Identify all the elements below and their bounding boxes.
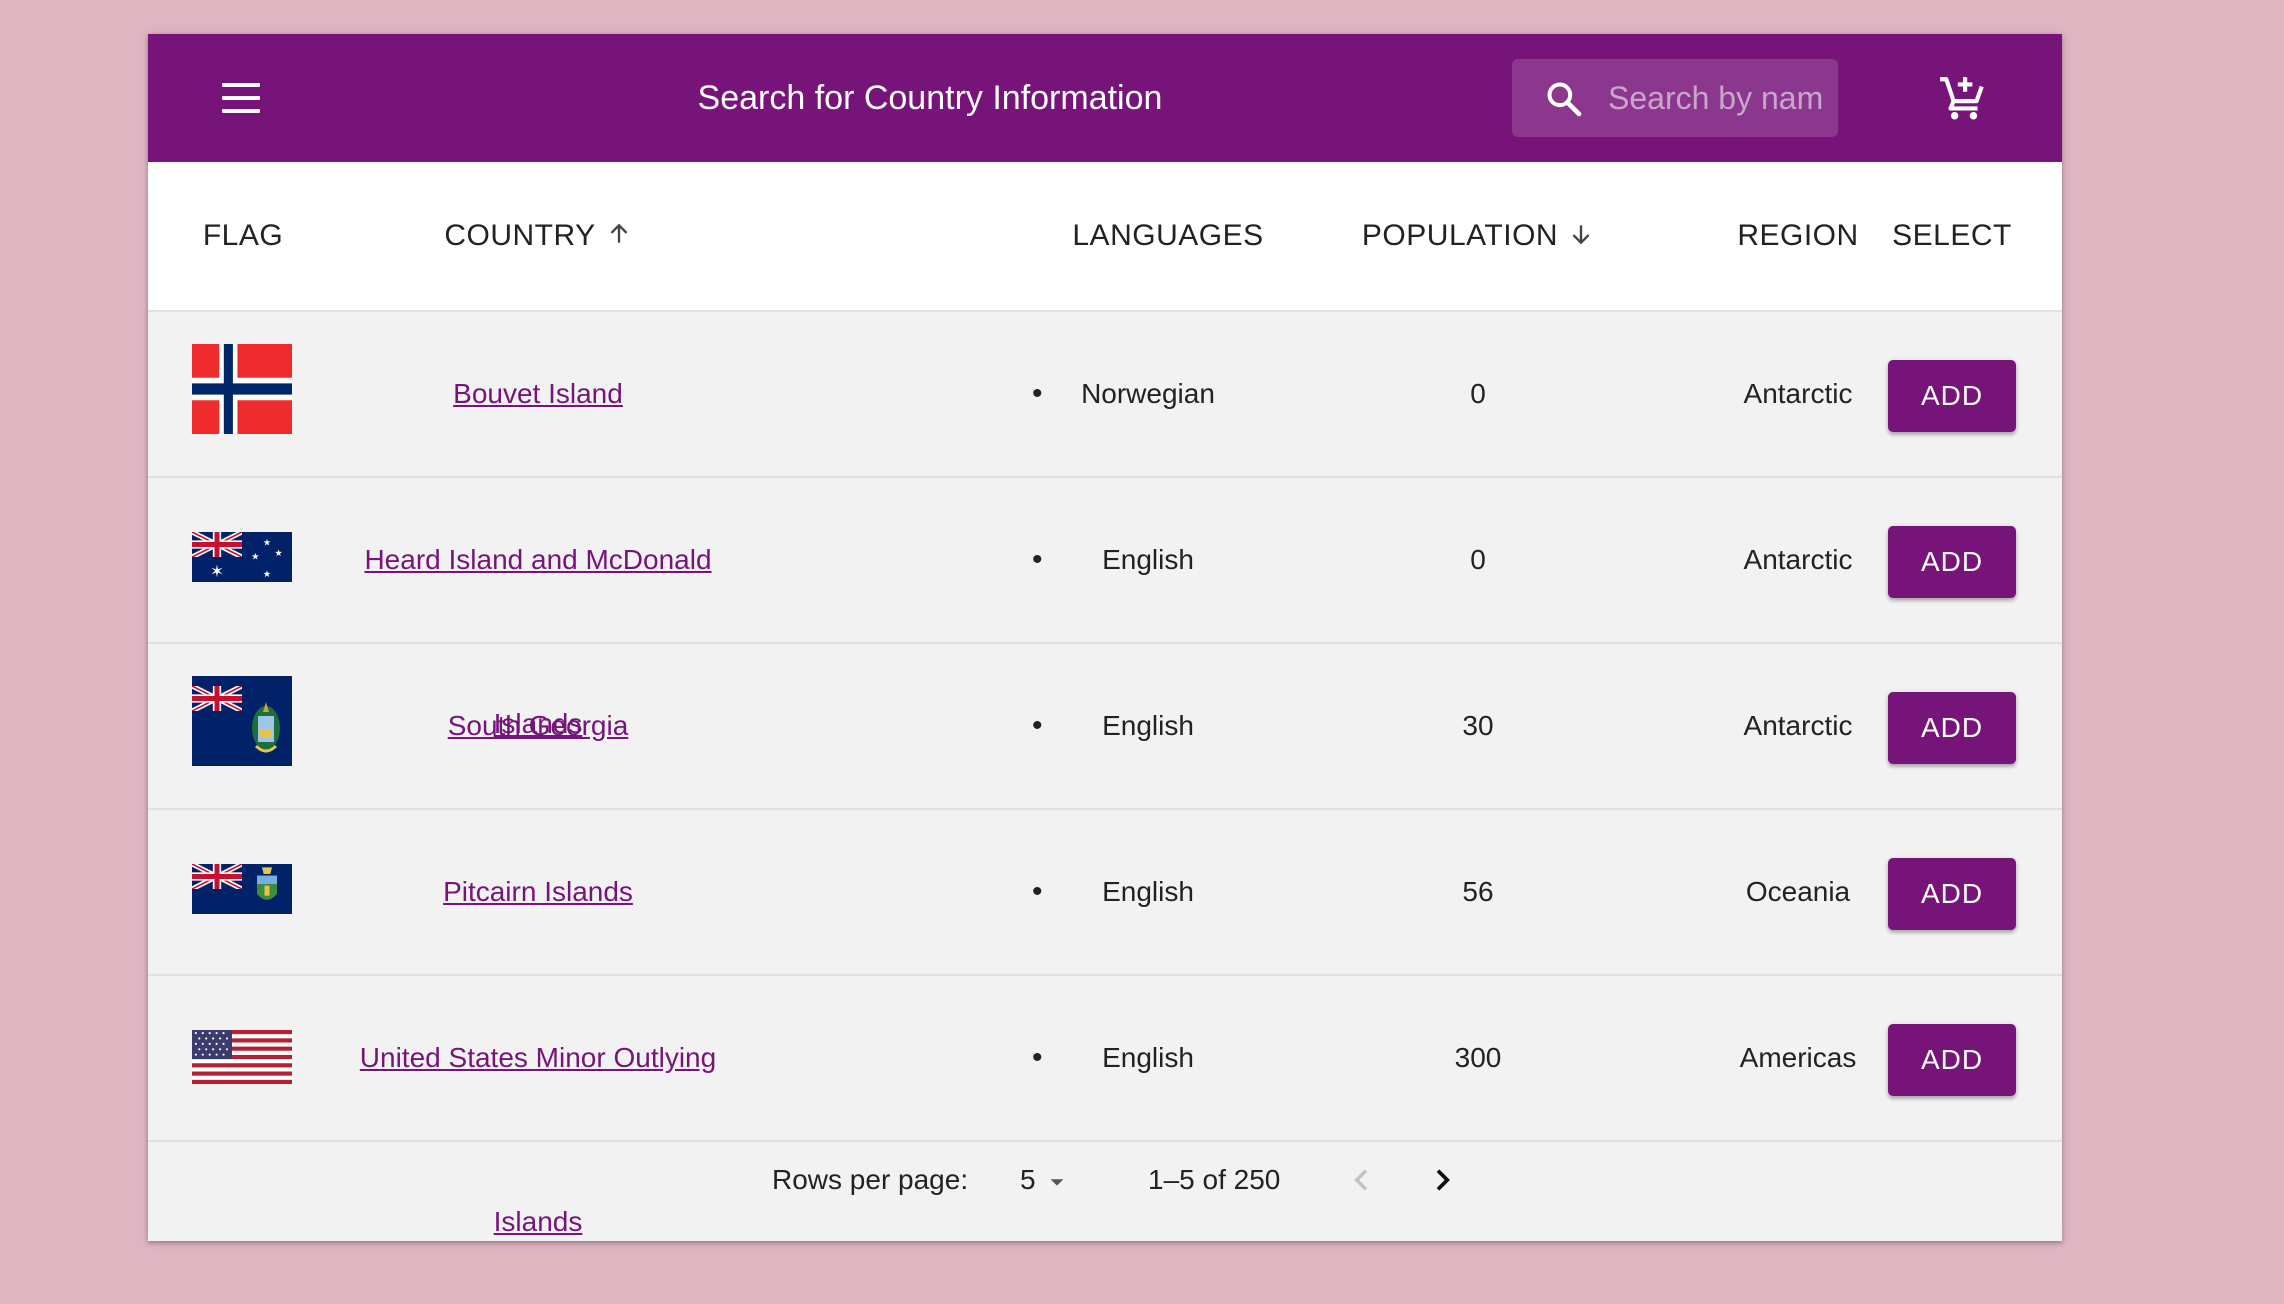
arrow-up-icon xyxy=(610,223,628,243)
language-item: English xyxy=(1102,876,1194,907)
population-cell: 56 xyxy=(1462,876,1494,907)
rows-per-page-label: Rows per page: xyxy=(772,1164,969,1195)
population-cell: 30 xyxy=(1462,710,1494,741)
table-row: Pitcairn Islands • English 56 Oceania AD… xyxy=(148,810,2062,976)
header-region: REGION xyxy=(1737,219,1859,252)
norway-flag xyxy=(192,344,292,434)
country-table-card: Search for Country Information FLAG COUN… xyxy=(148,34,2062,1241)
page-range: 1–5 of 250 xyxy=(1148,1164,1281,1195)
region-cell: Americas xyxy=(1739,1042,1857,1073)
language-bullet: • xyxy=(1032,1041,1043,1074)
united-states-flag xyxy=(192,1030,292,1084)
header-select: SELECT xyxy=(1892,219,2012,252)
language-item: Norwegian xyxy=(1081,378,1215,409)
australia-flag: ✶ ★ ★ ★ ★ xyxy=(192,532,292,582)
language-item: English xyxy=(1102,710,1194,741)
add-button[interactable]: ADD xyxy=(1888,1024,2016,1096)
svg-text:✶: ✶ xyxy=(210,562,224,581)
region-cell: Antarctic xyxy=(1743,378,1853,409)
pagination: Rows per page: 5 1–5 of 250 xyxy=(148,1150,2062,1210)
arrow-drop-down-icon xyxy=(1050,1178,1063,1186)
table-row: Bouvet Island • Norwegian 0 Antarctic AD… xyxy=(148,312,2062,478)
app-bar: Search for Country Information xyxy=(148,34,2062,162)
language-item: English xyxy=(1102,544,1194,575)
header-population-label: POPULATION xyxy=(1361,219,1559,252)
chevron-left-icon[interactable] xyxy=(1346,1164,1378,1196)
south-georgia-flag xyxy=(192,676,292,766)
svg-text:★: ★ xyxy=(263,537,271,548)
table-row: South Georgia • English 30 Antarctic ADD xyxy=(148,644,2062,810)
header-country-label: COUNTRY xyxy=(444,219,596,252)
country-link[interactable]: Pitcairn Islands xyxy=(443,876,633,907)
country-cell: Pitcairn Islands xyxy=(338,810,738,974)
chevron-right-icon[interactable] xyxy=(1426,1164,1458,1196)
country-cell: United States Minor Outlying Islands xyxy=(338,976,738,1237)
add-shopping-cart-icon[interactable] xyxy=(1938,70,1988,126)
add-button[interactable]: ADD xyxy=(1888,858,2016,930)
svg-text:★: ★ xyxy=(251,552,259,563)
language-item: English xyxy=(1102,1042,1194,1073)
pitcairn-flag xyxy=(192,864,292,914)
language-bullet: • xyxy=(1032,709,1043,742)
header-country[interactable]: COUNTRY xyxy=(338,162,738,310)
rows-per-page-select[interactable]: 5 xyxy=(1020,1150,1068,1210)
country-link[interactable]: South Georgia xyxy=(448,710,629,741)
country-cell: South Georgia xyxy=(338,644,738,808)
header-flag: FLAG xyxy=(202,219,284,252)
add-button[interactable]: ADD xyxy=(1888,360,2016,432)
add-button[interactable]: ADD xyxy=(1888,692,2016,764)
language-bullet: • xyxy=(1032,543,1043,576)
table-row: ✶ ★ ★ ★ ★ Heard Island and McDonald Isla… xyxy=(148,478,2062,739)
add-button[interactable]: ADD xyxy=(1888,526,2016,598)
header-population[interactable]: POPULATION xyxy=(1328,162,1628,310)
region-cell: Antarctic xyxy=(1743,544,1853,575)
search-icon xyxy=(1547,82,1582,117)
search-box[interactable] xyxy=(1512,59,1838,137)
table-header: FLAG COUNTRY LANGUAGES POPULATION REGION… xyxy=(148,162,2062,312)
region-cell: Antarctic xyxy=(1743,710,1853,741)
country-cell: Bouvet Island xyxy=(338,312,738,476)
region-cell: Oceania xyxy=(1745,876,1851,907)
page-title: Search for Country Information xyxy=(697,79,1163,117)
header-languages: LANGUAGES xyxy=(1072,219,1264,252)
population-cell: 0 xyxy=(1470,378,1486,409)
svg-text:★: ★ xyxy=(275,548,283,559)
language-bullet: • xyxy=(1032,875,1043,908)
language-bullet: • xyxy=(1032,377,1043,410)
population-cell: 0 xyxy=(1470,544,1486,575)
rows-per-page-value: 5 xyxy=(1020,1164,1036,1195)
table-row: United States Minor Outlying Islands • E… xyxy=(148,976,2062,1237)
search-input[interactable] xyxy=(1608,73,1824,123)
svg-text:★: ★ xyxy=(263,569,271,580)
population-cell: 300 xyxy=(1454,1042,1502,1073)
arrow-down-icon xyxy=(1572,225,1590,245)
country-cell: Heard Island and McDonald Islands xyxy=(338,478,738,739)
country-link[interactable]: Bouvet Island xyxy=(453,378,623,409)
